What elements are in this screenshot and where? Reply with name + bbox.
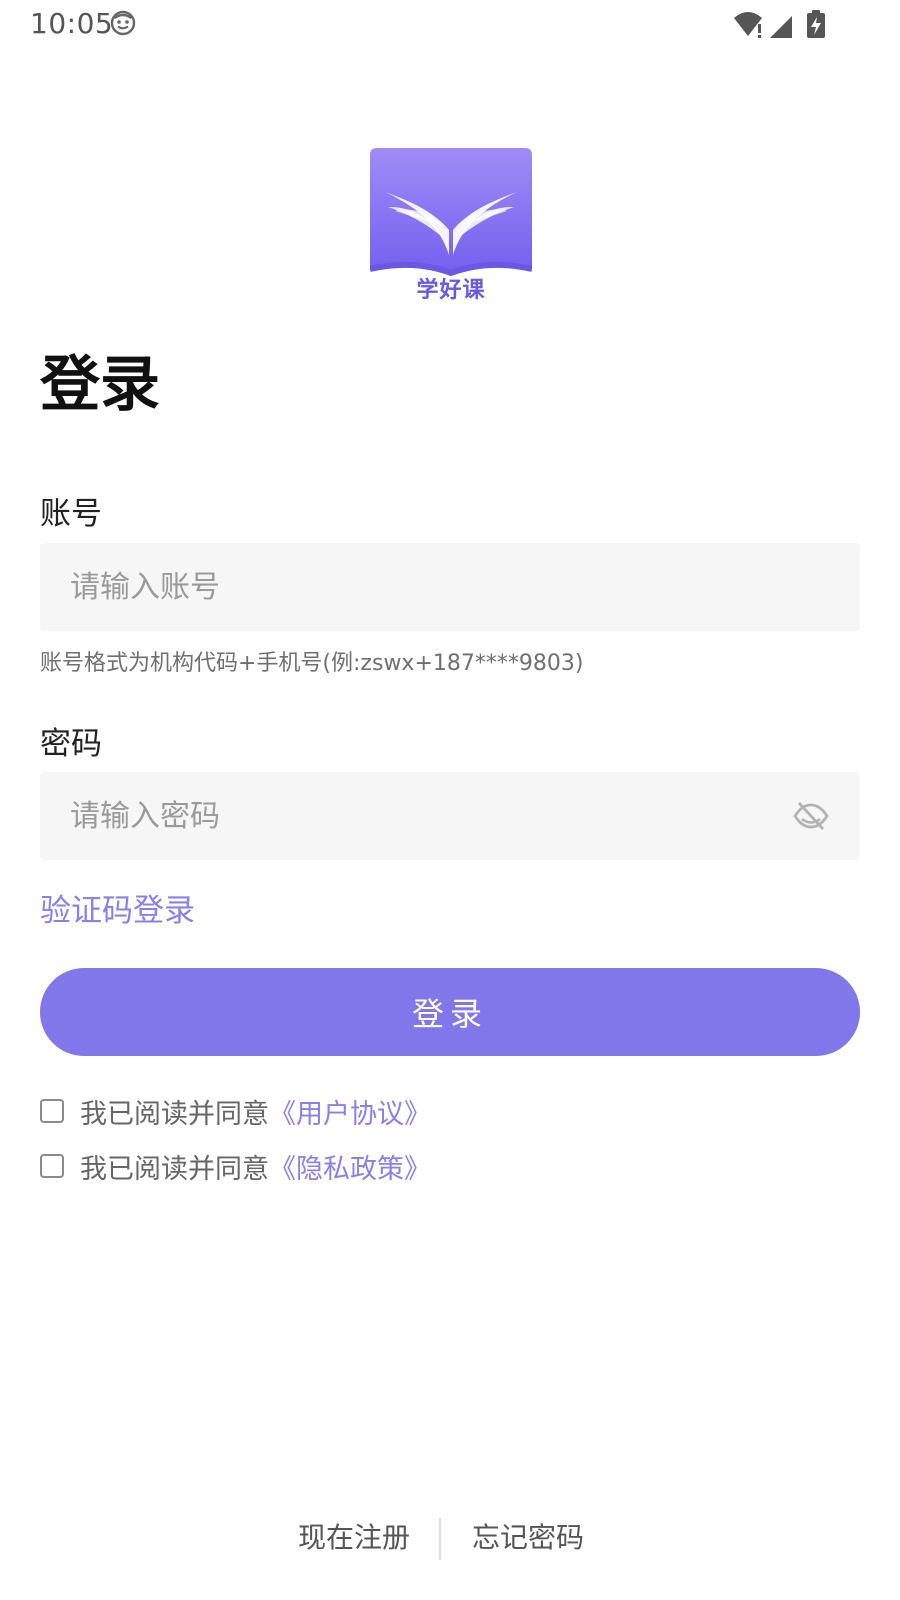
login-button[interactable]: 登录 bbox=[40, 968, 860, 1056]
account-input-box[interactable] bbox=[40, 543, 860, 631]
status-time: 10:05 bbox=[30, 7, 114, 40]
account-label: 账号 bbox=[40, 496, 102, 532]
signal-icon bbox=[770, 16, 792, 38]
sms-code-login-link[interactable]: 验证码登录 bbox=[40, 885, 195, 930]
user-agreement-link[interactable]: 《用户协议》 bbox=[269, 1092, 431, 1131]
status-icons bbox=[734, 10, 825, 38]
account-format-hint: 账号格式为机构代码+手机号(例:zswx+187****9803) bbox=[40, 651, 584, 676]
privacy-policy-row[interactable]: 我已阅读并同意 《隐私政策》 bbox=[40, 1146, 431, 1186]
privacy-policy-link[interactable]: 《隐私政策》 bbox=[269, 1147, 431, 1186]
password-input-box[interactable] bbox=[40, 772, 860, 860]
footer-links: 现在注册 忘记密码 bbox=[0, 1516, 900, 1560]
account-input[interactable] bbox=[70, 543, 770, 631]
status-bar: 10:05 bbox=[0, 0, 900, 48]
eye-off-icon[interactable] bbox=[792, 800, 830, 832]
page-title: 登录 bbox=[40, 350, 160, 420]
register-now-link[interactable]: 现在注册 bbox=[298, 1516, 410, 1556]
user-agreement-row[interactable]: 我已阅读并同意 《用户协议》 bbox=[40, 1091, 431, 1131]
privacy-policy-checkbox[interactable] bbox=[40, 1154, 64, 1178]
battery-charging-icon bbox=[807, 10, 825, 38]
privacy-policy-prefix: 我已阅读并同意 bbox=[80, 1153, 269, 1185]
footer-divider bbox=[439, 1518, 441, 1560]
user-agreement-prefix: 我已阅读并同意 bbox=[80, 1098, 269, 1130]
forgot-password-link[interactable]: 忘记密码 bbox=[472, 1516, 584, 1556]
wifi-icon bbox=[734, 12, 762, 38]
password-label: 密码 bbox=[40, 726, 102, 762]
password-input[interactable] bbox=[70, 772, 770, 860]
face-icon bbox=[110, 10, 136, 36]
app-logo: 学好课 bbox=[369, 148, 533, 310]
user-agreement-checkbox[interactable] bbox=[40, 1099, 64, 1123]
logo-text: 学好课 bbox=[416, 278, 486, 303]
